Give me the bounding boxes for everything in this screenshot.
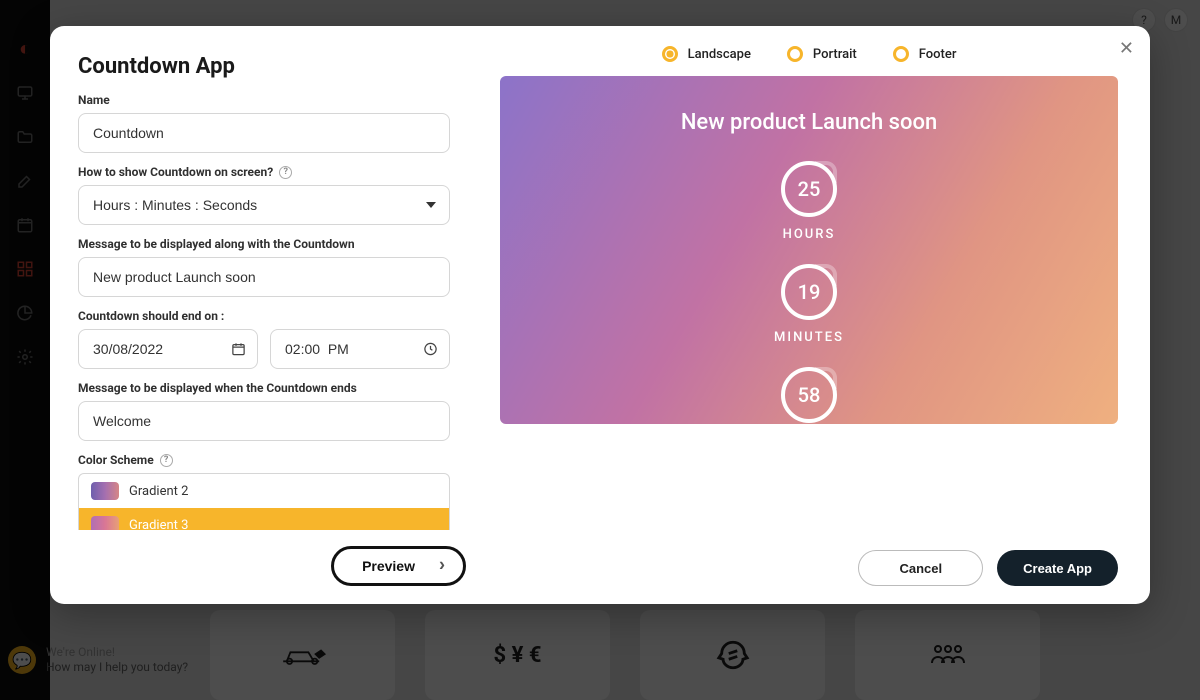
orientation-footer[interactable]: Footer [893,46,957,62]
display-mode-select[interactable] [78,185,450,225]
swatch-icon [91,482,119,500]
cancel-button[interactable]: Cancel [858,550,983,586]
ring-hours: 25 [781,161,837,217]
end-message-input[interactable] [78,401,450,441]
countdown-modal: ✕ Countdown App Name How to show Countdo… [50,26,1150,604]
name-label: Name [78,93,450,107]
orientation-toggle: Landscape Portrait Footer [500,46,1118,62]
help-icon[interactable]: ? [160,454,173,467]
modal-overlay: ✕ Countdown App Name How to show Countdo… [0,0,1200,700]
modal-actions: Cancel Create App [500,536,1118,586]
unit-hours: 25 HOURS [781,161,837,242]
end-time-input[interactable] [270,329,450,369]
preview-panel: Landscape Portrait Footer New product La… [490,26,1150,604]
form-scroll[interactable]: Name How to show Countdown on screen? ? … [78,93,466,530]
ring-minutes: 19 [781,264,837,320]
name-input[interactable] [78,113,450,153]
color-option-gradient-3[interactable]: Gradient 3 [79,508,449,530]
end-message-label: Message to be displayed when the Countdo… [78,381,450,395]
radio-icon [893,46,909,62]
end-on-label: Countdown should end on : [78,309,450,323]
ring-seconds: 58 [781,367,837,423]
preview-canvas: New product Launch soon 25 HOURS 19 MINU… [500,76,1118,424]
form-panel: Countdown App Name How to show Countdown… [50,26,490,604]
swatch-icon [91,516,119,530]
orientation-portrait[interactable]: Portrait [787,46,857,62]
radio-icon [787,46,803,62]
orientation-landscape[interactable]: Landscape [662,46,751,62]
display-mode-label: How to show Countdown on screen? ? [78,165,450,179]
color-scheme-list: Gradient 2 Gradient 3 Gradient 4 [78,473,450,530]
message-input[interactable] [78,257,450,297]
end-date-input[interactable] [78,329,258,369]
message-label: Message to be displayed along with the C… [78,237,450,251]
help-icon[interactable]: ? [279,166,292,179]
label-minutes: MINUTES [774,330,844,345]
unit-minutes: 19 MINUTES [774,264,844,345]
unit-seconds: 58 SECONDS [773,367,845,424]
create-app-button[interactable]: Create App [997,550,1118,586]
label-hours: HOURS [783,227,836,242]
color-option-gradient-2[interactable]: Gradient 2 [79,474,449,508]
modal-title: Countdown App [78,54,466,79]
preview-button[interactable]: Preview [331,546,466,586]
canvas-title: New product Launch soon [681,110,937,135]
radio-icon [662,46,678,62]
color-scheme-label: Color Scheme ? [78,453,450,467]
